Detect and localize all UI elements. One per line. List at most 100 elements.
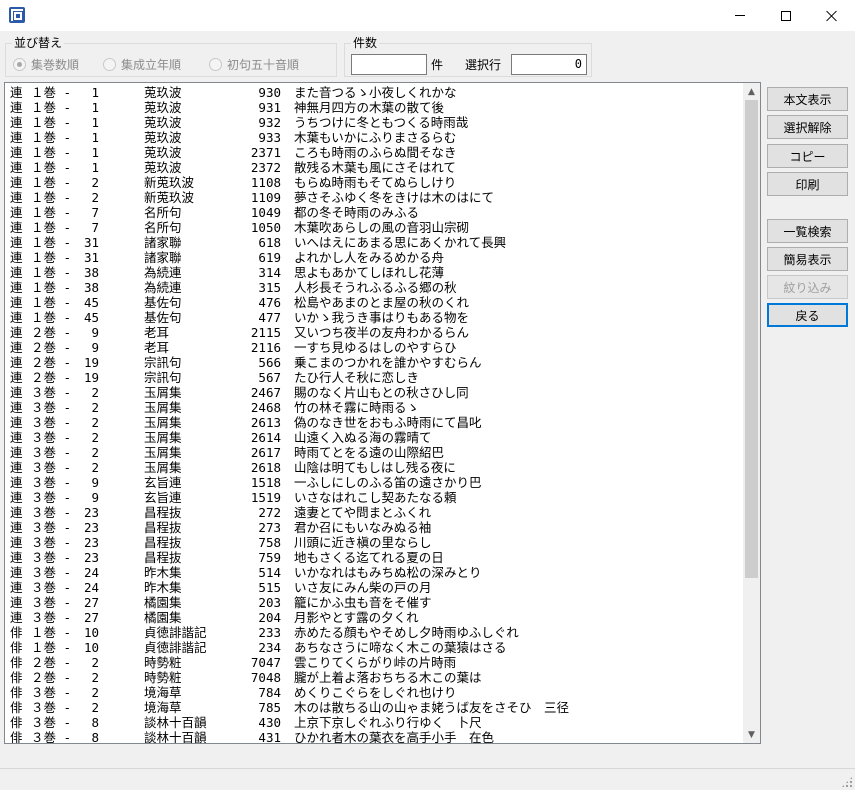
resize-grip-icon[interactable] [841, 776, 853, 788]
row-number: 2 [91, 175, 99, 190]
list-item[interactable]: 俳 ２巻 - 2 時勢粧 7047 雲こりてくらがり峠の片時雨 [5, 655, 745, 670]
row-collection: 昌程抜 [144, 535, 182, 550]
row-number: 1 [91, 85, 99, 100]
row-number: 10 [83, 640, 99, 655]
count-field[interactable] [351, 54, 427, 75]
row-number: 2 [91, 430, 99, 445]
scroll-up-icon[interactable]: ▲ [743, 83, 760, 100]
sort-radio-year[interactable]: 集成立年順 [103, 56, 181, 73]
list-item[interactable]: 連 ３巻 - 9 玄旨連 1519 いさなはれこし契あたなる頼 [5, 490, 745, 505]
list-item[interactable]: 連 １巻 - 31 諸家聯 618 いへはえにあまる思にあくかれて長興 [5, 235, 745, 250]
list-item[interactable]: 連 １巻 - 2 新莵玖波 1109 夢さそふゆく冬をきけは木のはにて [5, 190, 745, 205]
row-collection: 莵玖波 [144, 100, 182, 115]
row-item-number: 273 [258, 520, 281, 535]
list-item[interactable]: 連 ３巻 - 2 玉屑集 2468 竹の林そ霧に時雨るゝ [5, 400, 745, 415]
list-item[interactable]: 俳 ３巻 - 8 談林十百韻 430 上京下京しぐれふり行ゆく 卜尺 [5, 715, 745, 730]
sort-radio-label: 集成立年順 [121, 58, 182, 72]
results-list[interactable]: 連 １巻 -1 莵玖波 930 また音つるゝ小夜しくれかな連 １巻 -1 莵玖波 931 神無月… [4, 82, 761, 744]
list-search-button[interactable]: 一覧検索 [767, 219, 848, 243]
row-genre: 連 [10, 595, 23, 610]
list-item[interactable]: 連 ２巻 - 19 宗訊句 567 たひ行人そ秋に恋しき [5, 370, 745, 385]
row-verse: いへはえにあまる思にあくかれて長興 [294, 235, 507, 250]
row-item-number: 1109 [250, 190, 281, 205]
row-genre: 連 [10, 220, 23, 235]
list-item[interactable]: 連 ３巻 - 2 玉屑集 2613 偽のなき世をおもふ時雨にて昌叱 [5, 415, 745, 430]
list-item[interactable]: 連 ３巻 - 2 玉屑集 2617 時雨てとをる遠の山際紹巴 [5, 445, 745, 460]
list-item[interactable]: 連 ３巻 - 23 昌程抜 273 君か召にもいなみぬる袖 [5, 520, 745, 535]
back-button[interactable]: 戻る [767, 303, 848, 327]
row-genre: 連 [10, 475, 23, 490]
row-number: 2 [91, 400, 99, 415]
list-item[interactable]: 連 １巻 - 2 新莵玖波 1108 もらぬ時雨もそてぬらしけり [5, 175, 745, 190]
row-genre: 連 [10, 310, 23, 325]
list-item[interactable]: 連 １巻 - 7 名所句 1049 都の冬そ時雨のみふる [5, 205, 745, 220]
list-item[interactable]: 連 ３巻 - 27 橘園集 203 籠にかふ虫も音をそ催す [5, 595, 745, 610]
row-collection: 莵玖波 [144, 130, 182, 145]
list-item[interactable]: 俳 ２巻 - 2 時勢粧 7048 朧が上着よ落おちちる木この葉は [5, 670, 745, 685]
row-item-number: 314 [258, 265, 281, 280]
list-item[interactable]: 俳 ３巻 - 2 境海草 785 木のは散ちる山の山ゃま姥うば友をさそひ 三径 [5, 700, 745, 715]
list-item[interactable]: 連 ２巻 - 9 老耳 2116 一すち見ゆるはしのやすらひ [5, 340, 745, 355]
print-button[interactable]: 印刷 [767, 172, 848, 196]
list-item[interactable]: 連 ３巻 - 23 昌程抜 758 川頭に近き槇の里ならし [5, 535, 745, 550]
sort-radio-volume[interactable]: 集巻数順 [13, 56, 79, 73]
selected-row-field[interactable]: 0 [511, 54, 587, 75]
scroll-down-icon[interactable]: ▼ [743, 726, 760, 743]
row-number: 27 [83, 610, 99, 625]
list-item[interactable]: 連 １巻 - 1 莵玖波 931 神無月四方の木葉の散て後 [5, 100, 745, 115]
list-item[interactable]: 連 ３巻 - 23 昌程抜 759 地もさくる迄てれる夏の日 [5, 550, 745, 565]
list-item[interactable]: 連 ３巻 - 9 玄旨連 1518 一ふしにしのふる笛の遠さかり巴 [5, 475, 745, 490]
list-item[interactable]: 連 １巻 - 1 莵玖波 2371 ころも時雨のふらぬ間そなき [5, 145, 745, 160]
copy-button[interactable]: コピー [767, 144, 848, 168]
simple-view-button[interactable]: 簡易表示 [767, 247, 848, 271]
maximize-button[interactable] [763, 0, 809, 31]
list-item[interactable]: 連 １巻 - 1 莵玖波 933 木葉もいかにふりまさるらむ [5, 130, 745, 145]
row-item-number: 785 [258, 700, 281, 715]
list-item[interactable]: 俳 ３巻 - 8 談林十百韻 431 ひかれ者木の葉衣を高手小手 在色 [5, 730, 745, 744]
list-item[interactable]: 連 １巻 - 38 為続連 315 人杉長そうれふるふる郷の秋 [5, 280, 745, 295]
row-volume: ２巻 - [31, 655, 72, 670]
row-verse: もらぬ時雨もそてぬらしけり [294, 175, 457, 190]
list-item[interactable]: 連 ３巻 - 2 玉屑集 2618 山陰は明てもしはし残る夜に [5, 460, 745, 475]
row-verse: 籠にかふ虫も音をそ催す [294, 595, 432, 610]
row-genre: 俳 [10, 700, 23, 715]
minimize-button[interactable] [717, 0, 763, 31]
list-item[interactable]: 連 ３巻 - 27 橘園集 204 月影やとす露の夕くれ [5, 610, 745, 625]
row-genre: 連 [10, 100, 23, 115]
row-volume: ３巻 - [31, 475, 72, 490]
list-item[interactable]: 連 ３巻 - 2 玉屑集 2614 山遠く入ぬる海の霧晴て [5, 430, 745, 445]
sort-group-title: 並び替え [12, 36, 65, 50]
row-verse: いさ友にみん柴の戸の月 [294, 580, 432, 595]
row-number: 8 [91, 730, 99, 744]
list-item[interactable]: 連 ３巻 - 24 昨木集 514 いかなれはもみちぬ松の深みとり [5, 565, 745, 580]
row-item-number: 2614 [250, 430, 281, 445]
list-item[interactable]: 連 １巻 - 1 莵玖波 2372 散残る木葉も風にさそはれて [5, 160, 745, 175]
list-item[interactable]: 連 ３巻 - 2 玉屑集 2467 賜のなく片山もとの秋さひし同 [5, 385, 745, 400]
list-item[interactable]: 連 ２巻 - 9 老耳 2115 又いつち夜半の友舟わかるらん [5, 325, 745, 340]
list-item[interactable]: 連 １巻 - 1 莵玖波 930 また音つるゝ小夜しくれかな [5, 85, 745, 100]
scroll-thumb[interactable] [745, 100, 758, 578]
list-item[interactable]: 俳 １巻 - 10 貞徳誹諧記 234 あちなさうに啼なく木この葉猿はさる [5, 640, 745, 655]
sort-radio-kana[interactable]: 初句五十音順 [209, 56, 299, 73]
list-item[interactable]: 俳 １巻 - 10 貞徳誹諧記 233 赤めたる顔もやそめし夕時雨ゆふしぐれ [5, 625, 745, 640]
vertical-scrollbar[interactable]: ▲ ▼ [743, 83, 760, 743]
row-collection: 莵玖波 [144, 145, 182, 160]
sort-group: 並び替え 集巻数順 集成立年順 初句五十音順 [5, 36, 337, 77]
show-text-button[interactable]: 本文表示 [767, 87, 848, 111]
row-genre: 連 [10, 115, 23, 130]
list-item[interactable]: 連 １巻 - 7 名所句 1050 木葉吹あらしの風の音羽山宗砌 [5, 220, 745, 235]
row-volume: １巻 - [31, 625, 72, 640]
clear-selection-button[interactable]: 選択解除 [767, 115, 848, 139]
close-button[interactable] [809, 0, 855, 31]
list-item[interactable]: 連 １巻 - 31 諸家聯 619 よれかし人をみるめかる舟 [5, 250, 745, 265]
list-item[interactable]: 連 ２巻 - 19 宗訊句 566 乗こまのつかれを誰かやすむらん [5, 355, 745, 370]
list-item[interactable]: 連 ３巻 - 24 昨木集 515 いさ友にみん柴の戸の月 [5, 580, 745, 595]
list-item[interactable]: 連 １巻 - 45 基佐句 477 いかゝ我うき事はりもある物を [5, 310, 745, 325]
list-item[interactable]: 連 ３巻 - 23 昌程抜 272 遠妻とてや問まとふくれ [5, 505, 745, 520]
row-number: 9 [91, 475, 99, 490]
maximize-icon [781, 10, 791, 21]
list-item[interactable]: 連 １巻 - 1 莵玖波 932 うちつけに冬ともつくる時雨哉 [5, 115, 745, 130]
list-item[interactable]: 連 １巻 - 45 基佐句 476 松島やあまのとま屋の秋のくれ [5, 295, 745, 310]
list-item[interactable]: 連 １巻 - 38 為続連 314 思よもあかてしほれし花薄 [5, 265, 745, 280]
list-item[interactable]: 俳 ３巻 - 2 境海草 784 めくりこぐらをしぐれ也けり [5, 685, 745, 700]
